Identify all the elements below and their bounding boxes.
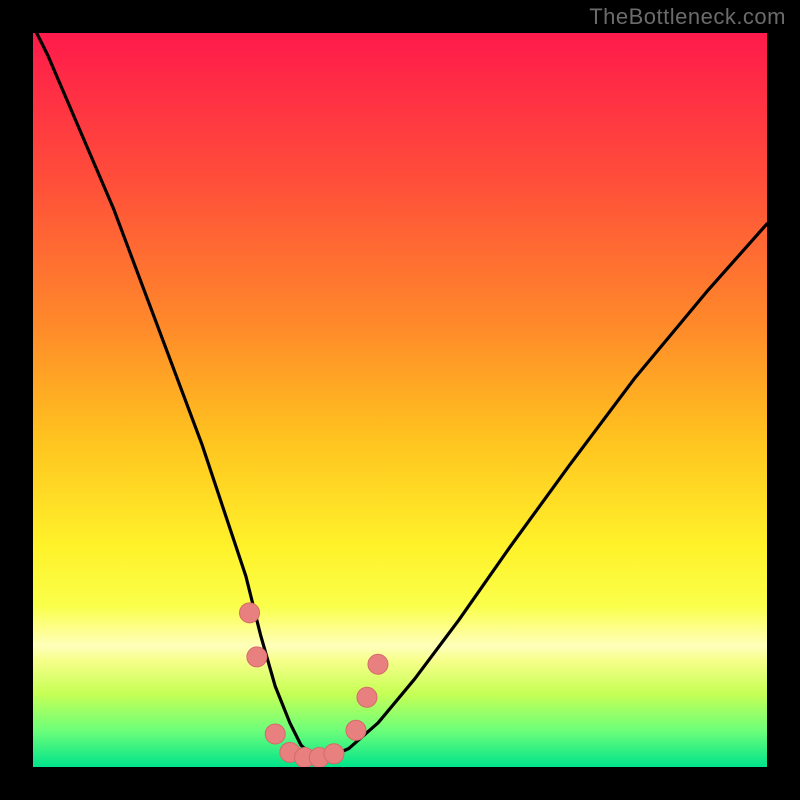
curve-marker: [357, 687, 377, 707]
curve-marker: [240, 603, 260, 623]
curve-marker: [324, 744, 344, 764]
watermark-text: TheBottleneck.com: [589, 4, 786, 30]
bottleneck-chart: [0, 0, 800, 800]
curve-marker: [368, 654, 388, 674]
curve-marker: [265, 724, 285, 744]
curve-marker: [346, 720, 366, 740]
chart-frame: TheBottleneck.com: [0, 0, 800, 800]
curve-marker: [247, 647, 267, 667]
plot-background: [33, 33, 767, 767]
